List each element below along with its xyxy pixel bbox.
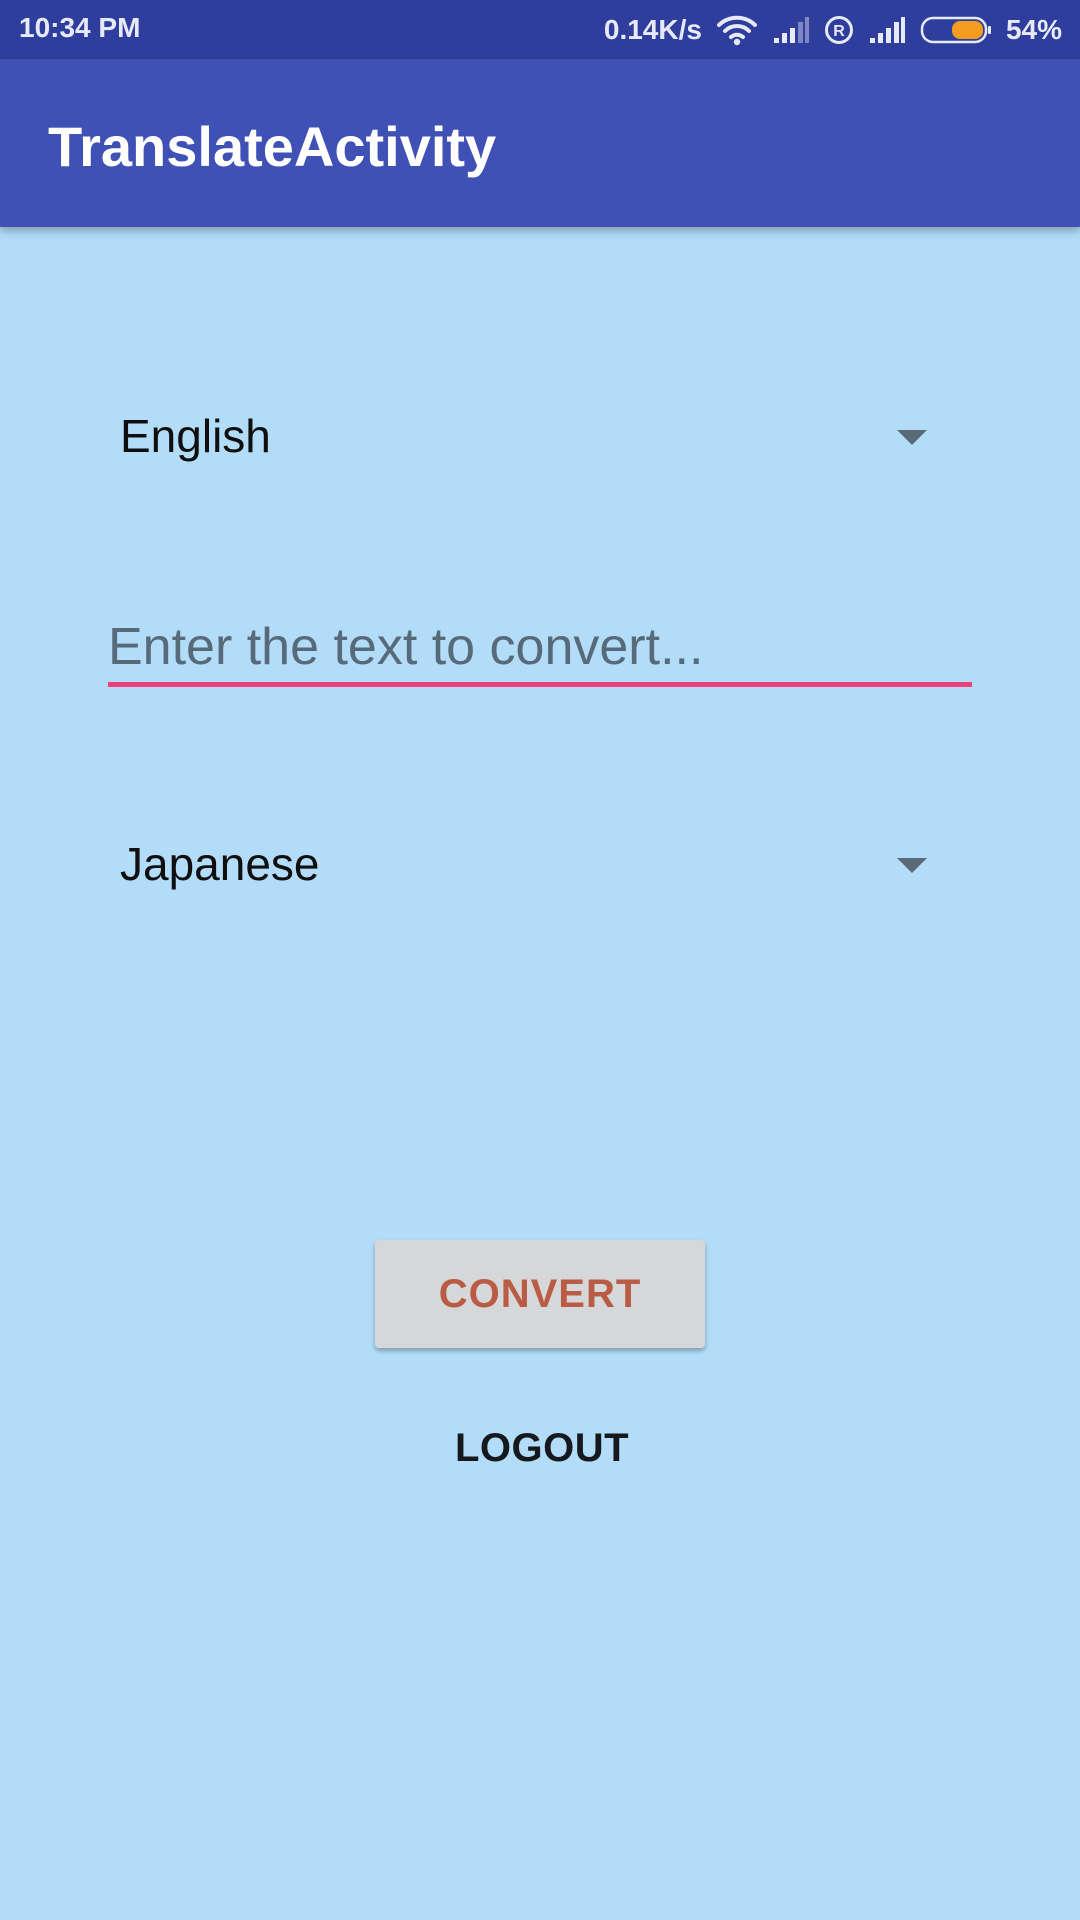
battery-icon (920, 16, 992, 44)
battery-percentage: 54% (1005, 13, 1062, 45)
status-time: 10:34 PM (19, 12, 141, 43)
page-title: TranslateActivity (48, 115, 497, 178)
dropdown-arrow-icon (897, 430, 927, 445)
app-bar: TranslateActivity (0, 59, 1080, 227)
logout-button[interactable]: LOGOUT (392, 1408, 692, 1488)
convert-button[interactable]: CONVERT (375, 1240, 705, 1348)
status-bar: 10:34 PM 0.14K/s R 54% (0, 0, 1080, 59)
target-language-value: Japanese (120, 838, 320, 890)
svg-text:R: R (833, 23, 845, 40)
network-speed: 0.14K/s (603, 13, 702, 45)
dropdown-arrow-icon (897, 858, 927, 873)
target-language-spinner[interactable]: Japanese (107, 808, 937, 918)
text-to-convert-input[interactable] (108, 612, 972, 687)
status-indicators: 0.14K/s R 54% (604, 0, 1062, 59)
signal-icon-sim1 (772, 16, 810, 44)
source-language-spinner[interactable]: English (107, 380, 937, 490)
signal-icon-sim2 (868, 16, 906, 44)
wifi-icon (716, 14, 758, 46)
registered-icon: R (824, 15, 854, 45)
source-language-value: English (120, 410, 271, 462)
